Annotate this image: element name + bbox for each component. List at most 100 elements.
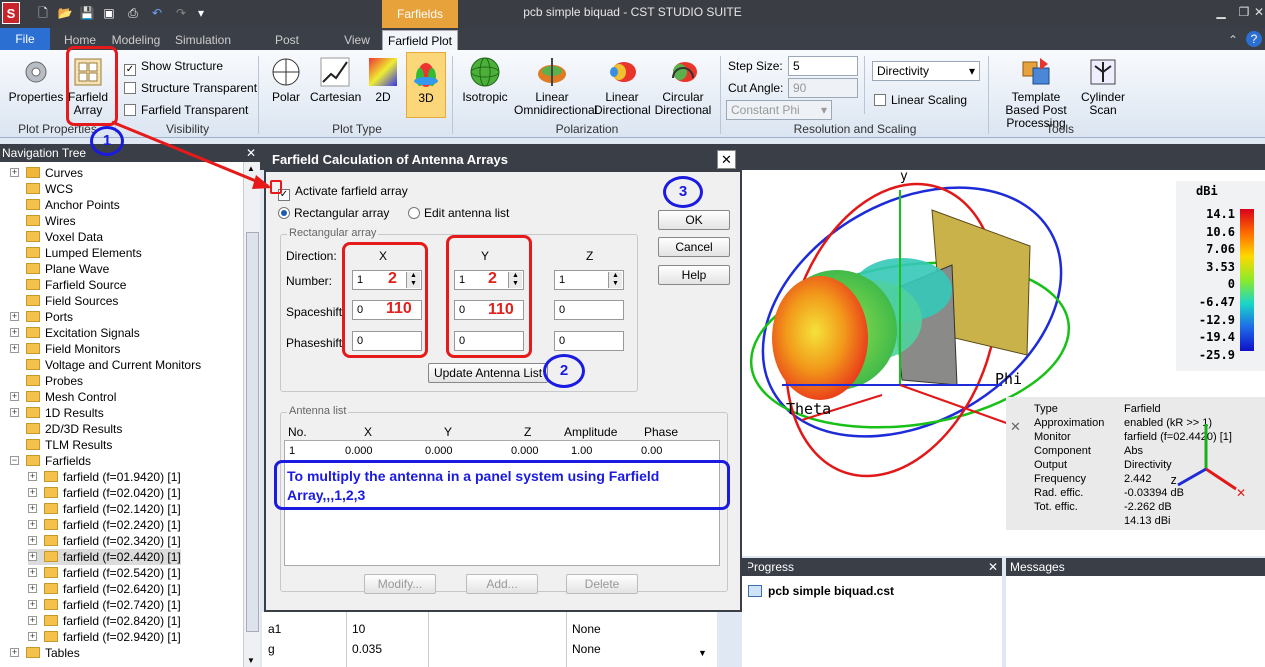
expand-icon[interactable]: +	[28, 616, 37, 625]
tree-item[interactable]: + farfield (f=02.3420) [1]	[28, 533, 181, 549]
properties-button[interactable]: Properties	[8, 56, 64, 104]
3d-button[interactable]: 3D	[406, 52, 446, 118]
expand-icon[interactable]: +	[10, 392, 19, 401]
activate-array-checkbox[interactable]: ✓ Activate farfield array	[278, 184, 408, 201]
expand-icon[interactable]: +	[28, 520, 37, 529]
tree-item[interactable]: + Tables	[10, 645, 80, 661]
tree-item[interactable]: + Field Monitors	[10, 341, 120, 357]
tree-scrollbar[interactable]: ▲ ▼	[243, 162, 260, 667]
expand-icon[interactable]: +	[10, 328, 19, 337]
collapse-ribbon-icon[interactable]: ⌃	[1226, 30, 1240, 50]
phaseshift-z-input[interactable]: 0	[554, 331, 624, 351]
isotropic-button[interactable]: Isotropic	[460, 56, 510, 104]
modify-button[interactable]: Modify...	[364, 574, 436, 594]
close-icon[interactable]: ✕	[1010, 419, 1021, 435]
scroll-up-icon[interactable]: ▲	[247, 164, 255, 173]
tab-view[interactable]: View	[340, 30, 374, 50]
circular-directional-button[interactable]: Circular Directional	[654, 56, 712, 117]
constant-phi-select[interactable]: Constant Phi ▾	[726, 100, 832, 120]
2d-button[interactable]: 2D	[366, 56, 400, 104]
cylinder-scan-button[interactable]: Cylinder Scan	[1080, 56, 1126, 117]
expand-icon[interactable]: +	[10, 344, 19, 353]
expand-icon[interactable]: +	[28, 600, 37, 609]
expand-icon[interactable]: +	[28, 632, 37, 641]
number-z-input[interactable]: 1 ▲ ▼	[554, 270, 624, 290]
tree-item[interactable]: + farfield (f=01.9420) [1]	[28, 469, 181, 485]
help-icon[interactable]: ?	[1246, 31, 1262, 47]
expand-icon[interactable]: +	[10, 312, 19, 321]
linear-omnidirectional-button[interactable]: Linear Omnidirectional	[514, 56, 597, 117]
tree-item[interactable]: Anchor Points	[10, 197, 120, 213]
tree-item[interactable]: TLM Results	[10, 437, 112, 453]
minimize-icon[interactable]: ▁	[1212, 5, 1230, 19]
linear-scaling-checkbox[interactable]: Linear Scaling	[874, 93, 967, 107]
tree-item[interactable]: + Mesh Control	[10, 389, 116, 405]
expand-icon[interactable]: +	[28, 584, 37, 593]
tab-simulation[interactable]: Simulation	[172, 30, 234, 50]
expand-icon[interactable]: +	[10, 168, 19, 177]
tree-item[interactable]: + farfield (f=02.2420) [1]	[28, 517, 181, 533]
tab-modeling[interactable]: Modeling	[110, 30, 162, 50]
tree-item[interactable]: + Excitation Signals	[10, 325, 140, 341]
tree-item[interactable]: + Ports	[10, 309, 73, 325]
tree-item[interactable]: 2D/3D Results	[10, 421, 122, 437]
ok-button[interactable]: OK	[658, 210, 730, 230]
tree-item[interactable]: Wires	[10, 213, 76, 229]
linear-directional-button[interactable]: Linear Directional	[594, 56, 651, 117]
tree-item[interactable]: + farfield (f=02.5420) [1]	[28, 565, 181, 581]
update-antenna-list-button[interactable]: Update Antenna List	[428, 363, 548, 383]
rectangular-array-radio[interactable]: Rectangular array	[278, 206, 389, 220]
tree-item[interactable]: Lumped Elements	[10, 245, 142, 261]
tree-item[interactable]: Field Sources	[10, 293, 118, 309]
tree-item[interactable]: + farfield (f=02.1420) [1]	[28, 501, 181, 517]
tab-farfield-plot[interactable]: Farfield Plot	[382, 30, 458, 50]
tree-item[interactable]: Voltage and Current Monitors	[10, 357, 201, 373]
spinner-icon[interactable]: ▲ ▼	[608, 272, 622, 288]
delete-button[interactable]: Delete	[566, 574, 638, 594]
tree-item[interactable]: + farfield (f=02.6420) [1]	[28, 581, 181, 597]
close-icon[interactable]: ✕	[988, 558, 998, 576]
cartesian-button[interactable]: Cartesian	[310, 56, 361, 104]
scrollbar-thumb[interactable]	[246, 232, 259, 632]
expand-icon[interactable]: +	[28, 488, 37, 497]
param-value[interactable]: 10	[352, 622, 365, 636]
tree-item[interactable]: Plane Wave	[10, 261, 109, 277]
tree-item[interactable]: + Curves	[10, 165, 83, 181]
tab-post-processing[interactable]: Post Processing	[244, 30, 330, 67]
scroll-down-icon[interactable]: ▼	[247, 656, 255, 665]
expand-icon[interactable]: +	[28, 552, 37, 561]
progress-file-item[interactable]: pcb simple biquad.cst	[748, 584, 894, 598]
tree-item[interactable]: Probes	[10, 373, 83, 389]
tree-item[interactable]: − Farfields	[10, 453, 91, 469]
tree-item[interactable]: Voxel Data	[10, 229, 103, 245]
template-post-processing-button[interactable]: Template Based Post Processing	[994, 56, 1078, 130]
step-size-input[interactable]: 5	[788, 56, 858, 76]
cancel-button[interactable]: Cancel	[658, 237, 730, 257]
tree-item[interactable]: WCS	[10, 181, 73, 197]
edit-antenna-list-radio[interactable]: Edit antenna list	[408, 206, 509, 220]
expand-icon[interactable]: +	[28, 568, 37, 577]
spaceshift-z-input[interactable]: 0	[554, 300, 624, 320]
scroll-down-icon[interactable]: ▼	[698, 648, 707, 658]
expand-icon[interactable]: +	[10, 408, 19, 417]
farfield-transparent-checkbox[interactable]: Farfield Transparent	[124, 103, 248, 117]
expand-icon[interactable]: +	[28, 536, 37, 545]
tree-item[interactable]: + farfield (f=02.9420) [1]	[28, 629, 181, 645]
expand-icon[interactable]: +	[10, 648, 19, 657]
help-button[interactable]: Help	[658, 265, 730, 285]
close-icon[interactable]: ✕	[246, 144, 256, 162]
tree-item[interactable]: + farfield (f=02.8420) [1]	[28, 613, 181, 629]
close-window-icon[interactable]: ✕	[1250, 5, 1265, 19]
expand-icon[interactable]: +	[28, 472, 37, 481]
param-value[interactable]: 0.035	[352, 642, 382, 656]
show-structure-checkbox[interactable]: ✓ Show Structure	[124, 59, 223, 76]
polar-button[interactable]: Polar	[266, 56, 306, 104]
tree-item[interactable]: Farfield Source	[10, 277, 126, 293]
expand-icon[interactable]: +	[28, 504, 37, 513]
close-icon[interactable]: ✕	[717, 150, 736, 169]
tab-file[interactable]: File	[0, 28, 50, 50]
add-button[interactable]: Add...	[466, 574, 538, 594]
tree-item[interactable]: + farfield (f=02.0420) [1]	[28, 485, 181, 501]
cut-angle-input[interactable]: 90	[788, 78, 858, 98]
output-type-select[interactable]: Directivity ▾	[872, 61, 980, 81]
